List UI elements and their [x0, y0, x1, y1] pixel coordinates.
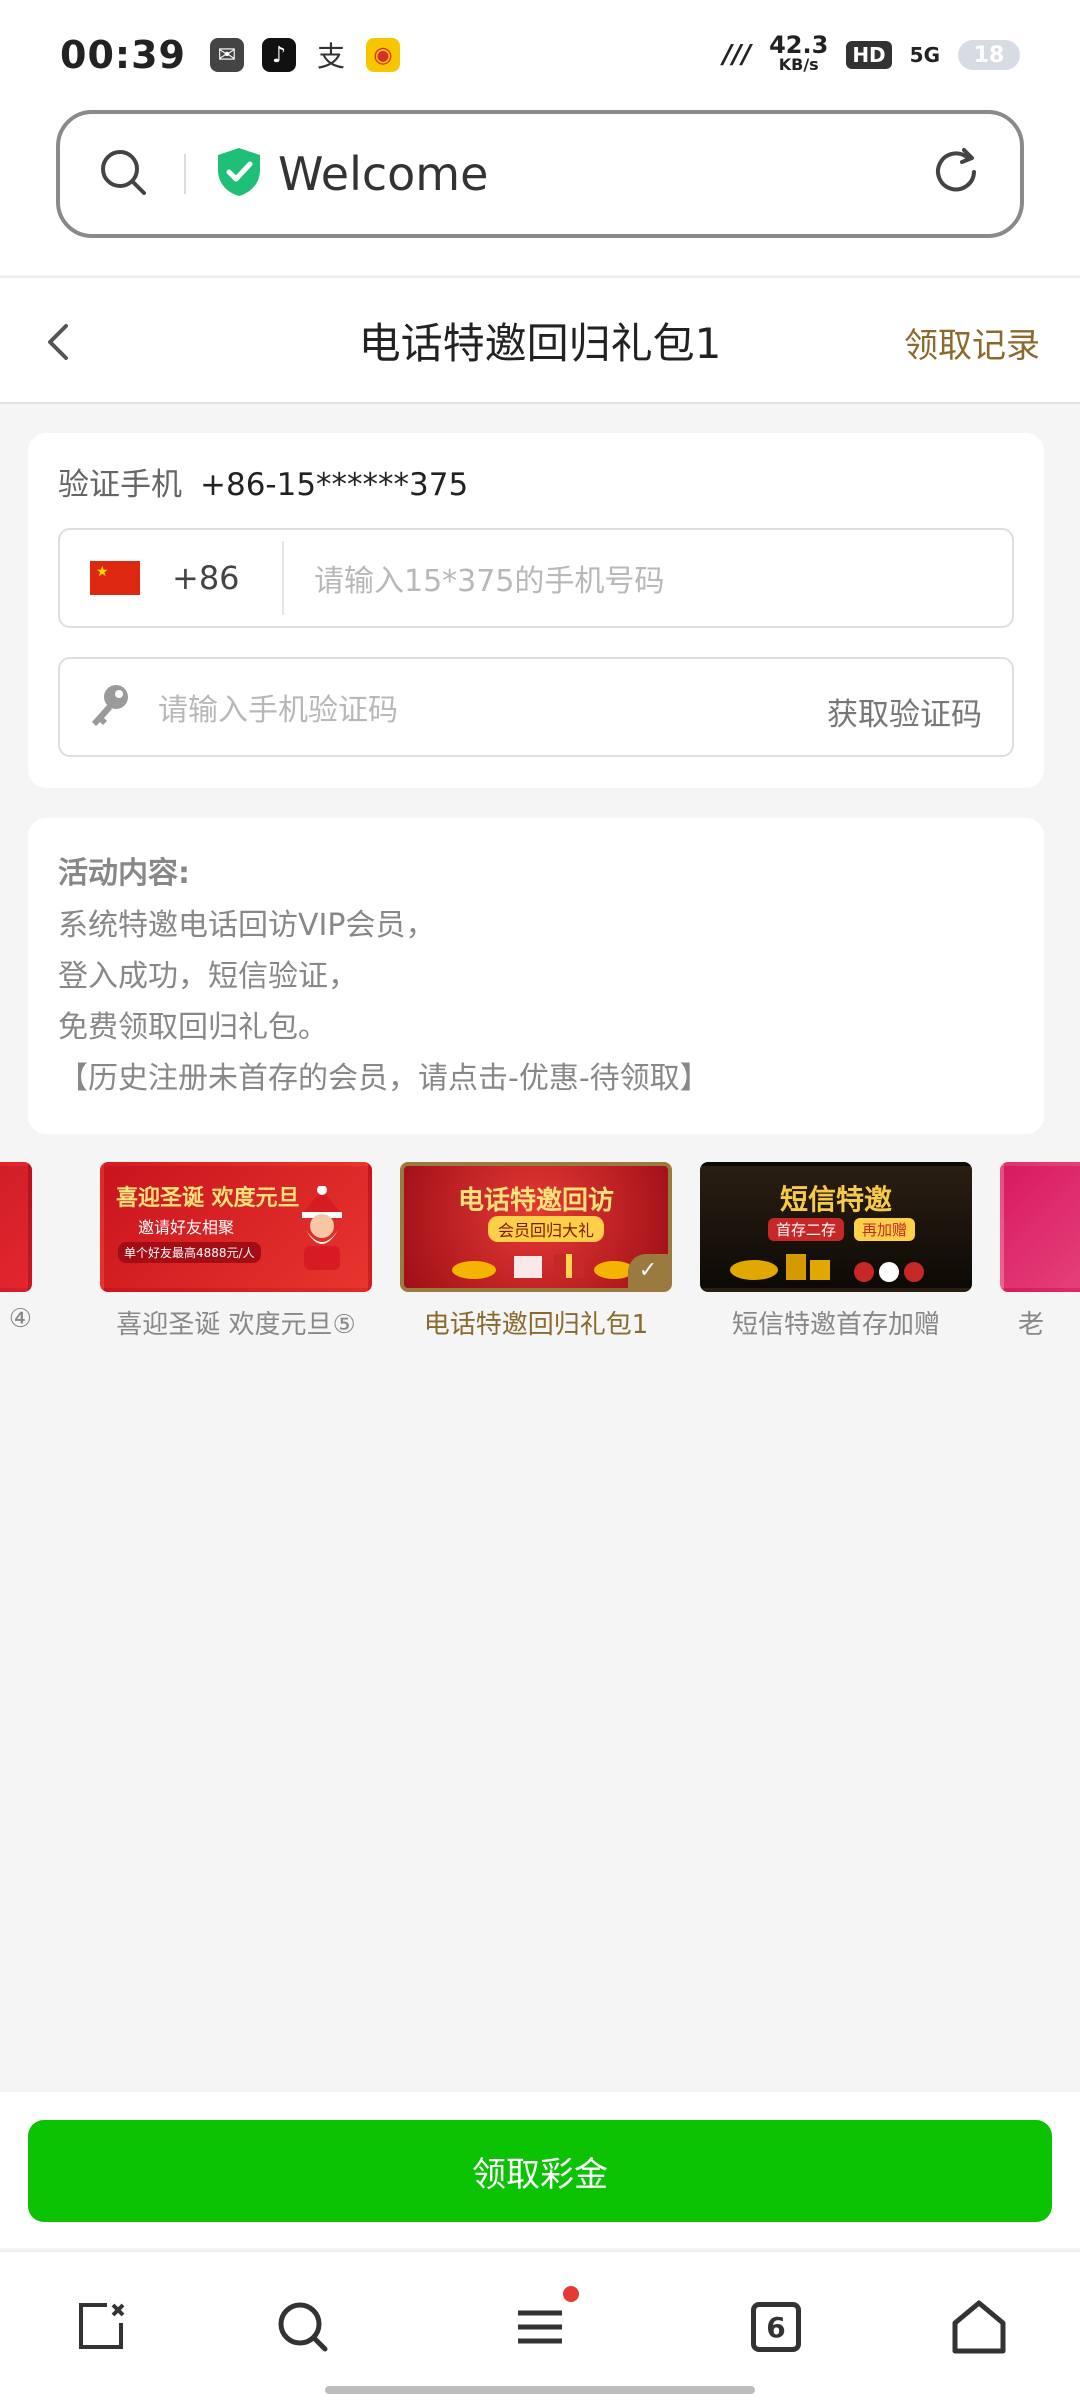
- page-header: 电话特邀回归礼包1 领取记录: [0, 276, 1080, 404]
- promo-item-active[interactable]: 电话特邀回访 会员回归大礼 ✓ 电话特邀回归礼包1: [400, 1162, 672, 1341]
- back-icon[interactable]: [30, 312, 90, 372]
- signal-strength-icon: ///: [722, 40, 752, 70]
- action-area: 领取彩金: [0, 2092, 1080, 2248]
- network-speed-value: 42.3: [769, 31, 829, 59]
- banner-subtitle: 邀请好友相聚: [138, 1218, 235, 1237]
- santa-illustration: [292, 1185, 352, 1270]
- verify-phone-row: 验证手机 +86-15******375: [58, 459, 468, 504]
- battery-indicator: 18: [958, 40, 1020, 70]
- promo-banner[interactable]: 电话特邀回访 会员回归大礼 ✓: [400, 1162, 672, 1292]
- promo-label: 喜迎圣诞 欢度元旦⑤: [116, 1310, 356, 1340]
- activity-line: 免费领取回归礼包。: [58, 1010, 328, 1045]
- alipay-icon: 支: [313, 38, 348, 73]
- claim-records-link[interactable]: 领取记录: [904, 318, 1040, 367]
- menu-icon[interactable]: [505, 2286, 579, 2362]
- banner-subtitle: 首存二存: [768, 1218, 845, 1241]
- promo-label: 老: [1018, 1310, 1045, 1340]
- tab-count: 6: [751, 2302, 801, 2352]
- promo-label: 电话特邀回归礼包1: [423, 1310, 649, 1340]
- browser-toolbar: Welcome: [0, 110, 1080, 275]
- close-tab-icon[interactable]: [66, 2292, 136, 2362]
- promo-item[interactable]: 老: [1000, 1162, 1080, 1341]
- sms-code-input[interactable]: 请输入手机验证码: [158, 685, 398, 729]
- gesture-bar[interactable]: [325, 2386, 755, 2394]
- banner-note: 单个好友最高4888元/人: [118, 1242, 261, 1263]
- notification-icons: ✉ ♪ 支 ◉: [209, 38, 400, 73]
- search-icon[interactable]: [268, 2292, 338, 2362]
- notification-dot: [563, 2286, 579, 2302]
- promotion-carousel[interactable]: ④ 喜迎圣诞 欢度元旦 邀请好友相聚 单个好友最高4888元/人 喜迎圣诞 欢度…: [0, 1162, 1080, 1342]
- activity-line: 登入成功，短信验证，: [58, 959, 358, 994]
- wechat-icon: ✉: [209, 38, 244, 72]
- promo-banner[interactable]: 喜迎圣诞 欢度元旦 邀请好友相聚 单个好友最高4888元/人: [100, 1162, 372, 1292]
- promo-label: 短信特邀首存加赠: [731, 1310, 940, 1340]
- shield-check-icon: [214, 146, 264, 202]
- verify-card: 验证手机 +86-15******375 ★ +86 请输入15*375的手机号码…: [28, 433, 1044, 788]
- system-indicators: /// 42.3 KB/s HD 5G 18: [722, 31, 1020, 75]
- promo-banner[interactable]: 短信特邀 首存二存 再加赠: [700, 1162, 972, 1292]
- china-flag-icon[interactable]: ★: [90, 561, 140, 595]
- promo-banner[interactable]: [0, 1162, 32, 1292]
- promo-item[interactable]: ④: [0, 1162, 32, 1334]
- phone-input[interactable]: 请输入15*375的手机号码: [314, 556, 664, 600]
- promo-item[interactable]: 喜迎圣诞 欢度元旦 邀请好友相聚 单个好友最高4888元/人 喜迎圣诞 欢度元旦…: [100, 1162, 372, 1341]
- country-code-selector[interactable]: +86: [172, 559, 282, 597]
- refresh-icon[interactable]: [928, 144, 984, 204]
- get-code-button[interactable]: 获取验证码: [827, 689, 982, 734]
- divider: [184, 154, 186, 194]
- banner-subtitle: 会员回归大礼: [488, 1216, 605, 1242]
- tiktok-icon: ♪: [261, 38, 296, 72]
- claim-bonus-button[interactable]: 领取彩金: [28, 2120, 1052, 2222]
- verify-phone-label: 验证手机: [58, 467, 182, 503]
- banner-title: 喜迎圣诞 欢度元旦: [116, 1186, 300, 1211]
- browser-bottom-nav: 6: [0, 2250, 1080, 2400]
- tabs-icon[interactable]: 6: [741, 2292, 811, 2362]
- clock: 00:39: [60, 33, 186, 77]
- activity-description-card: 活动内容: 系统特邀电话回访VIP会员， 登入成功，短信验证， 免费领取回归礼包…: [28, 818, 1044, 1134]
- status-bar: 00:39 ✉ ♪ 支 ◉ /// 42.3 KB/s HD 5G 18: [0, 0, 1080, 110]
- banner-subtitle-2: 再加赠: [854, 1218, 916, 1241]
- verify-phone-number: +86-15******375: [200, 467, 469, 503]
- network-speed: 42.3 KB/s: [769, 31, 829, 75]
- promo-banner[interactable]: [1000, 1162, 1080, 1292]
- search-icon[interactable]: [96, 145, 150, 203]
- hd-badge: HD: [846, 41, 892, 69]
- banner-title: 电话特邀回访: [457, 1186, 614, 1216]
- home-icon[interactable]: [944, 2292, 1014, 2362]
- banner-title: 短信特邀: [779, 1183, 892, 1216]
- activity-line: 【历史注册未首存的会员，请点击-优惠-待领取】: [58, 1061, 710, 1096]
- phone-input-field[interactable]: ★ +86 请输入15*375的手机号码: [58, 528, 1014, 628]
- page-url-title[interactable]: Welcome: [278, 147, 488, 201]
- weibo-icon: ◉: [365, 38, 400, 72]
- gift-illustration: [434, 1250, 644, 1280]
- promo-item[interactable]: 短信特邀 首存二存 再加赠 短信特邀首存加赠: [700, 1162, 972, 1341]
- page-title: 电话特邀回归礼包1: [358, 318, 722, 368]
- key-icon: [88, 682, 132, 732]
- address-bar[interactable]: Welcome: [56, 110, 1024, 238]
- cellular-5g-icon: 5G: [909, 43, 940, 67]
- activity-line: 系统特邀电话回访VIP会员，: [58, 908, 436, 943]
- selected-check-icon: ✓: [628, 1254, 668, 1288]
- promo-label: ④: [8, 1304, 32, 1334]
- coins-illustration: [724, 1246, 954, 1282]
- sms-code-field[interactable]: 请输入手机验证码 获取验证码: [58, 657, 1014, 757]
- divider: [282, 541, 284, 615]
- activity-heading: 活动内容:: [58, 856, 190, 891]
